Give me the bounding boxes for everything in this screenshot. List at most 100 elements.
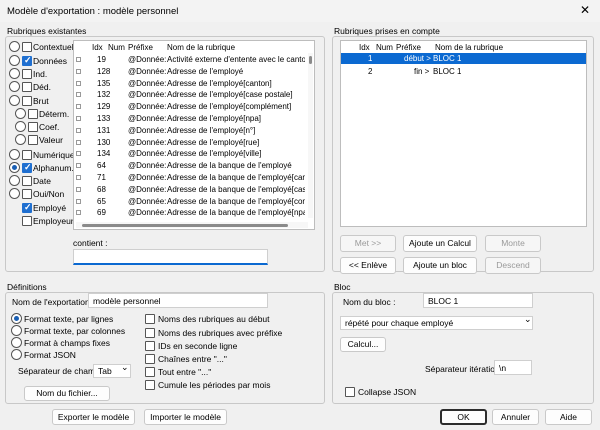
col-idx-header[interactable]: Idx — [92, 43, 103, 52]
row-prefix[interactable]: @Donnée: — [128, 173, 166, 182]
row-prefix[interactable]: @Donnée: — [128, 90, 166, 99]
filter-date-radio[interactable] — [9, 175, 20, 186]
opt-noms-debut-checkbox[interactable] — [145, 314, 155, 324]
row-prefix[interactable]: @Donnée: — [128, 185, 166, 194]
prises-row-prefix[interactable]: début > — [404, 54, 431, 63]
ok-button[interactable]: OK — [440, 409, 487, 425]
row-name[interactable]: Adresse de la banque de l'employé[canton… — [167, 173, 305, 182]
row-prefix[interactable]: @Donnée: — [128, 55, 166, 64]
row-idx[interactable]: 130 — [97, 138, 110, 147]
row-idx[interactable]: 68 — [97, 185, 106, 194]
ajoute-bloc-button[interactable]: Ajoute un bloc — [403, 257, 477, 274]
prises-col-prefixe-header[interactable]: Préfixe — [396, 43, 421, 52]
row-idx[interactable]: 128 — [97, 67, 110, 76]
filter-alphanum-checkbox[interactable] — [22, 162, 32, 173]
prises-row-name[interactable]: BLOC 1 — [433, 54, 461, 63]
col-num-header[interactable]: Num — [108, 43, 125, 52]
aide-button[interactable]: Aide — [545, 409, 592, 425]
prises-row-selected-highlight[interactable] — [341, 53, 586, 64]
chevron-down-icon[interactable]: ⌄ — [121, 362, 129, 373]
nom-bloc-input[interactable]: BLOC 1 — [423, 293, 533, 308]
vertical-scrollbar-thumb[interactable] — [309, 56, 312, 64]
filter-determ-checkbox[interactable] — [28, 109, 38, 119]
row-idx[interactable]: 71 — [97, 173, 106, 182]
row-name[interactable]: Adresse de l'employé[npa] — [167, 114, 305, 123]
prises-col-idx-header[interactable]: Idx — [359, 43, 370, 52]
row-prefix[interactable]: @Donnée: — [128, 161, 166, 170]
filter-donnees-checkbox[interactable] — [22, 55, 32, 66]
filter-brut-checkbox[interactable] — [22, 96, 32, 106]
row-idx[interactable]: 129 — [97, 102, 110, 111]
vertical-scrollbar[interactable] — [308, 53, 313, 218]
row-name[interactable]: Adresse de la banque de l'employé — [167, 161, 305, 170]
ajoute-calcul-button[interactable]: Ajoute un Calcul — [403, 235, 477, 252]
filter-employe-checkbox[interactable] — [22, 202, 32, 213]
row-prefix[interactable]: @Donnée: — [128, 102, 166, 111]
row-idx[interactable]: 134 — [97, 149, 110, 158]
repeat-select[interactable]: répété pour chaque employé — [340, 316, 533, 330]
prises-col-nom-header[interactable]: Nom de la rubrique — [435, 43, 503, 52]
descend-button[interactable]: Descend — [485, 257, 541, 274]
filter-numerique-radio[interactable] — [9, 149, 20, 160]
met-button[interactable]: Met >> — [340, 235, 396, 252]
row-name[interactable]: Adresse de la banque de l'employé[complé… — [167, 197, 305, 206]
row-name[interactable]: Adresse de l'employé[complément] — [167, 102, 305, 111]
collapse-json-checkbox[interactable] — [345, 387, 355, 397]
filter-determ-radio[interactable] — [15, 108, 26, 119]
opt-chaines-checkbox[interactable] — [145, 354, 155, 364]
opt-tout-checkbox[interactable] — [145, 367, 155, 377]
row-name[interactable]: Activité externe d'entente avec le canto… — [167, 55, 305, 64]
row-prefix[interactable]: @Donnée: — [128, 67, 166, 76]
row-idx[interactable]: 133 — [97, 114, 110, 123]
enleve-button[interactable]: << Enlève — [340, 257, 396, 274]
rubriques-prises-list[interactable] — [340, 40, 587, 227]
prises-col-num-header[interactable]: Num — [376, 43, 393, 52]
monte-button[interactable]: Monte — [485, 235, 541, 252]
filter-numerique-checkbox[interactable] — [22, 150, 32, 160]
row-name[interactable]: Adresse de l'employé[n°] — [167, 126, 305, 135]
filter-employeur-checkbox[interactable] — [22, 216, 32, 226]
format-lignes-radio[interactable] — [11, 313, 22, 324]
filter-coef-radio[interactable] — [15, 121, 26, 132]
filter-brut-radio[interactable] — [9, 95, 20, 106]
exporter-modele-button[interactable]: Exporter le modèle — [52, 409, 135, 425]
annuler-button[interactable]: Annuler — [492, 409, 539, 425]
row-prefix[interactable]: @Donnée: — [128, 197, 166, 206]
format-json-radio[interactable] — [11, 349, 22, 360]
filter-valeur-checkbox[interactable] — [28, 135, 38, 145]
importer-modele-button[interactable]: Importer le modèle — [144, 409, 227, 425]
col-nom-header[interactable]: Nom de la rubrique — [167, 43, 235, 52]
row-idx[interactable]: 64 — [97, 161, 106, 170]
row-name[interactable]: Adresse de la banque de l'employé[npa] — [167, 208, 305, 217]
nom-exportation-input[interactable]: modèle personnel — [88, 293, 268, 308]
prises-row-idx[interactable]: 1 — [368, 54, 372, 63]
row-name[interactable]: Adresse de l'employé[rue] — [167, 138, 305, 147]
row-idx[interactable]: 19 — [97, 55, 106, 64]
filter-ouinon-radio[interactable] — [9, 188, 20, 199]
format-colonnes-radio[interactable] — [11, 325, 22, 336]
row-prefix[interactable]: @Donnée: — [128, 208, 166, 217]
row-idx[interactable]: 132 — [97, 90, 110, 99]
row-name[interactable]: Adresse de l'employé[case postale] — [167, 90, 305, 99]
contient-input[interactable] — [73, 249, 268, 265]
separateur-iteration-input[interactable]: \n — [494, 360, 532, 375]
row-name[interactable]: Adresse de l'employé — [167, 67, 305, 76]
filter-ded-radio[interactable] — [9, 81, 20, 92]
row-name[interactable]: Adresse de la banque de l'employé[case p… — [167, 185, 305, 194]
col-prefixe-header[interactable]: Préfixe — [128, 43, 153, 52]
filter-date-checkbox[interactable] — [22, 176, 32, 186]
opt-cumule-checkbox[interactable] — [145, 380, 155, 390]
row-idx[interactable]: 69 — [97, 208, 106, 217]
filter-contextuel-checkbox[interactable] — [22, 42, 32, 52]
filter-valeur-radio[interactable] — [15, 134, 26, 145]
filter-ouinon-checkbox[interactable] — [22, 189, 32, 199]
row-prefix[interactable]: @Donnée: — [128, 126, 166, 135]
filter-contextuel-radio[interactable] — [9, 41, 20, 52]
filter-alphanum-radio[interactable] — [9, 162, 20, 173]
prises-row-prefix[interactable]: fin > — [414, 67, 429, 76]
row-idx[interactable]: 135 — [97, 79, 110, 88]
chevron-down-icon[interactable]: ⌄ — [524, 314, 532, 325]
filter-coef-checkbox[interactable] — [28, 122, 38, 132]
row-idx[interactable]: 131 — [97, 126, 110, 135]
filter-ind-radio[interactable] — [9, 68, 20, 79]
